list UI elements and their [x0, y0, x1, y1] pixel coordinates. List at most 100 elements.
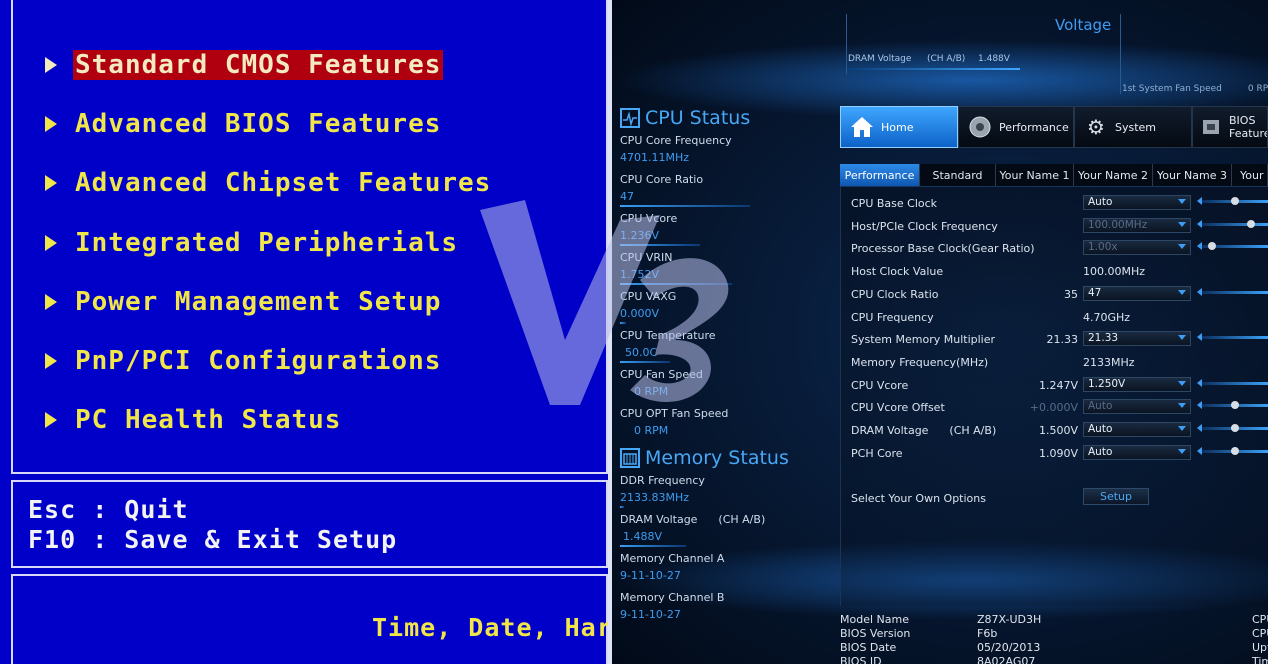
setting-dropdown[interactable]: 47 [1083, 285, 1191, 301]
menu-item-advanced-bios[interactable]: Advanced BIOS Features [45, 109, 443, 139]
slider-left-arrow-icon[interactable] [1197, 424, 1202, 432]
setting-slider[interactable] [1197, 197, 1268, 205]
menu-item-integrated-peripherals[interactable]: Integrated Peripherials [45, 228, 460, 258]
setting-dropdown[interactable]: Auto [1083, 195, 1191, 210]
setting-slider[interactable] [1197, 287, 1268, 296]
cpu-status-title: CPU Status [620, 107, 750, 129]
setting-row[interactable]: Host/PCIe Clock Frequency 100.00MHz [851, 217, 1268, 237]
menu-item-power-management[interactable]: Power Management Setup [45, 287, 443, 317]
setting-row[interactable]: CPU Frequency 4.70GHz [851, 308, 1268, 328]
slider-left-arrow-icon[interactable] [1197, 401, 1202, 410]
setting-row[interactable]: DRAM Voltage (CH A/B) 1.500V Auto [851, 421, 1268, 441]
setting-label: Host/PCIe Clock Frequency [851, 219, 998, 233]
menu-item-standard-cmos[interactable]: Standard CMOS Features [45, 50, 444, 80]
memory-status-title: Memory Status [620, 447, 789, 469]
setting-slider[interactable] [1197, 333, 1268, 342]
setting-row[interactable]: Memory Frequency(MHz) 2133MHz [851, 353, 1268, 373]
chevron-down-icon [1178, 335, 1186, 341]
setting-slider[interactable] [1197, 378, 1268, 387]
triangle-icon [45, 57, 57, 73]
tab-system[interactable]: ⚙ System [1074, 106, 1192, 148]
setting-row[interactable]: System Memory Multiplier 21.33 21.33 [851, 330, 1268, 350]
setting-dropdown[interactable]: 1.00x [1083, 240, 1191, 256]
setting-dropdown-value: 100.00MHz [1088, 218, 1148, 231]
menu-item-pnp-pci[interactable]: PnP/PCI Configurations [45, 346, 443, 376]
setting-dropdown[interactable]: 21.33 [1083, 331, 1191, 347]
subtab-your-name-2[interactable]: Your Name 2 [1074, 164, 1153, 186]
setting-dropdown-value: 47 [1088, 286, 1102, 299]
slider-left-arrow-icon[interactable] [1197, 378, 1202, 387]
slider-left-arrow-icon[interactable] [1197, 287, 1202, 296]
subtab-your-name-3[interactable]: Your Name 3 [1153, 164, 1232, 186]
stat-memory-channel-b: Memory Channel B 9-11-10-27 [620, 591, 725, 621]
setting-dropdown[interactable]: Auto [1083, 444, 1191, 460]
slider-knob[interactable] [1230, 446, 1239, 455]
info-right-4: Tim [1252, 655, 1268, 664]
setting-current-value: 1.247V [1038, 378, 1078, 392]
stat-memory-channel-a: Memory Channel A 9-11-10-27 [620, 552, 725, 582]
subtab-performance[interactable]: Performance [840, 164, 920, 186]
subtab-your-name-1[interactable]: Your Name 1 [996, 164, 1074, 186]
setting-current-value: 21.33 [1046, 333, 1079, 347]
setting-current-value: 1.090V [1038, 446, 1078, 460]
slider-left-arrow-icon[interactable] [1197, 446, 1202, 455]
setting-row[interactable]: CPU Clock Ratio 35 47 [851, 285, 1268, 305]
setting-label: CPU Base Clock [851, 197, 938, 210]
setting-dropdown-value: Auto [1088, 445, 1113, 458]
setting-row[interactable]: Processor Base Clock(Gear Ratio) 1.00x [851, 239, 1268, 259]
slider-left-arrow-icon[interactable] [1197, 242, 1202, 251]
setting-dropdown[interactable]: Auto [1083, 422, 1191, 437]
tab-bios-features[interactable]: BIOS Features [1192, 106, 1268, 148]
setting-row[interactable]: CPU Vcore Offset +0.000V Auto [851, 398, 1268, 418]
tab-performance[interactable]: Performance [958, 106, 1074, 148]
setting-slider[interactable] [1197, 446, 1268, 455]
setting-slider[interactable] [1197, 242, 1268, 251]
info-bios-version-label: BIOS Version [840, 627, 911, 640]
setting-slider[interactable] [1197, 424, 1268, 432]
slider-knob[interactable] [1230, 424, 1239, 432]
key-esc-quit: Esc : Quit [28, 495, 189, 524]
info-model-value: Z87X-UD3H [977, 613, 1042, 626]
tab-home[interactable]: Home [840, 106, 958, 148]
slider-knob[interactable] [1230, 401, 1239, 410]
setting-row[interactable]: Host Clock Value 100.00MHz [851, 262, 1268, 282]
voltage-dram-label: DRAM Voltage [848, 54, 912, 64]
info-right-3: Upt [1252, 641, 1268, 654]
setup-button[interactable]: Setup [1083, 488, 1149, 505]
chevron-down-icon [1178, 244, 1186, 250]
setting-row[interactable]: CPU Vcore 1.247V 1.250V [851, 376, 1268, 396]
key-f10-save: F10 : Save & Exit Setup [28, 525, 398, 554]
stat-ddr-frequency: DDR Frequency 2133.83MHz [620, 474, 770, 508]
memory-icon [620, 448, 640, 468]
slider-knob[interactable] [1207, 242, 1216, 251]
voltage-title: Voltage [1055, 16, 1112, 34]
slider-left-arrow-icon[interactable] [1197, 197, 1202, 205]
setting-label: CPU Frequency [851, 310, 934, 324]
setting-dropdown[interactable]: 100.00MHz [1083, 217, 1191, 233]
menu-item-advanced-chipset[interactable]: Advanced Chipset Features [45, 168, 493, 198]
slider-left-arrow-icon[interactable] [1197, 219, 1202, 228]
gear-icon: ⚙ [1087, 115, 1105, 139]
own-options-label: Select Your Own Options [851, 492, 986, 505]
setting-slider[interactable] [1197, 219, 1268, 228]
fan-panel [1120, 14, 1268, 94]
subtab-standard[interactable]: Standard [920, 164, 996, 186]
setting-slider[interactable] [1197, 401, 1268, 410]
info-bios-date-value: 05/20/2013 [977, 641, 1041, 654]
setting-row[interactable]: PCH Core 1.090V Auto [851, 444, 1268, 464]
stat-dram-voltage: DRAM Voltage (CH A/B) 1.488V [620, 513, 770, 547]
setting-dropdown-value: 21.33 [1088, 332, 1119, 345]
slider-knob[interactable] [1247, 219, 1256, 228]
slider-left-arrow-icon[interactable] [1197, 333, 1202, 342]
setting-dropdown[interactable]: 1.250V [1083, 376, 1191, 392]
info-right-2: CPU [1252, 627, 1268, 640]
slider-knob[interactable] [1230, 197, 1239, 205]
setting-dropdown[interactable]: Auto [1083, 399, 1191, 415]
menu-item-pc-health[interactable]: PC Health Status [45, 405, 343, 435]
voltage-bar [848, 68, 1020, 70]
setting-row[interactable]: CPU Base Clock Auto [851, 194, 1268, 214]
chevron-down-icon [1178, 380, 1186, 386]
info-bios-id-value: 8A02AG07 [977, 655, 1036, 664]
triangle-icon [45, 235, 57, 251]
subtab-your[interactable]: Your [1232, 164, 1268, 186]
